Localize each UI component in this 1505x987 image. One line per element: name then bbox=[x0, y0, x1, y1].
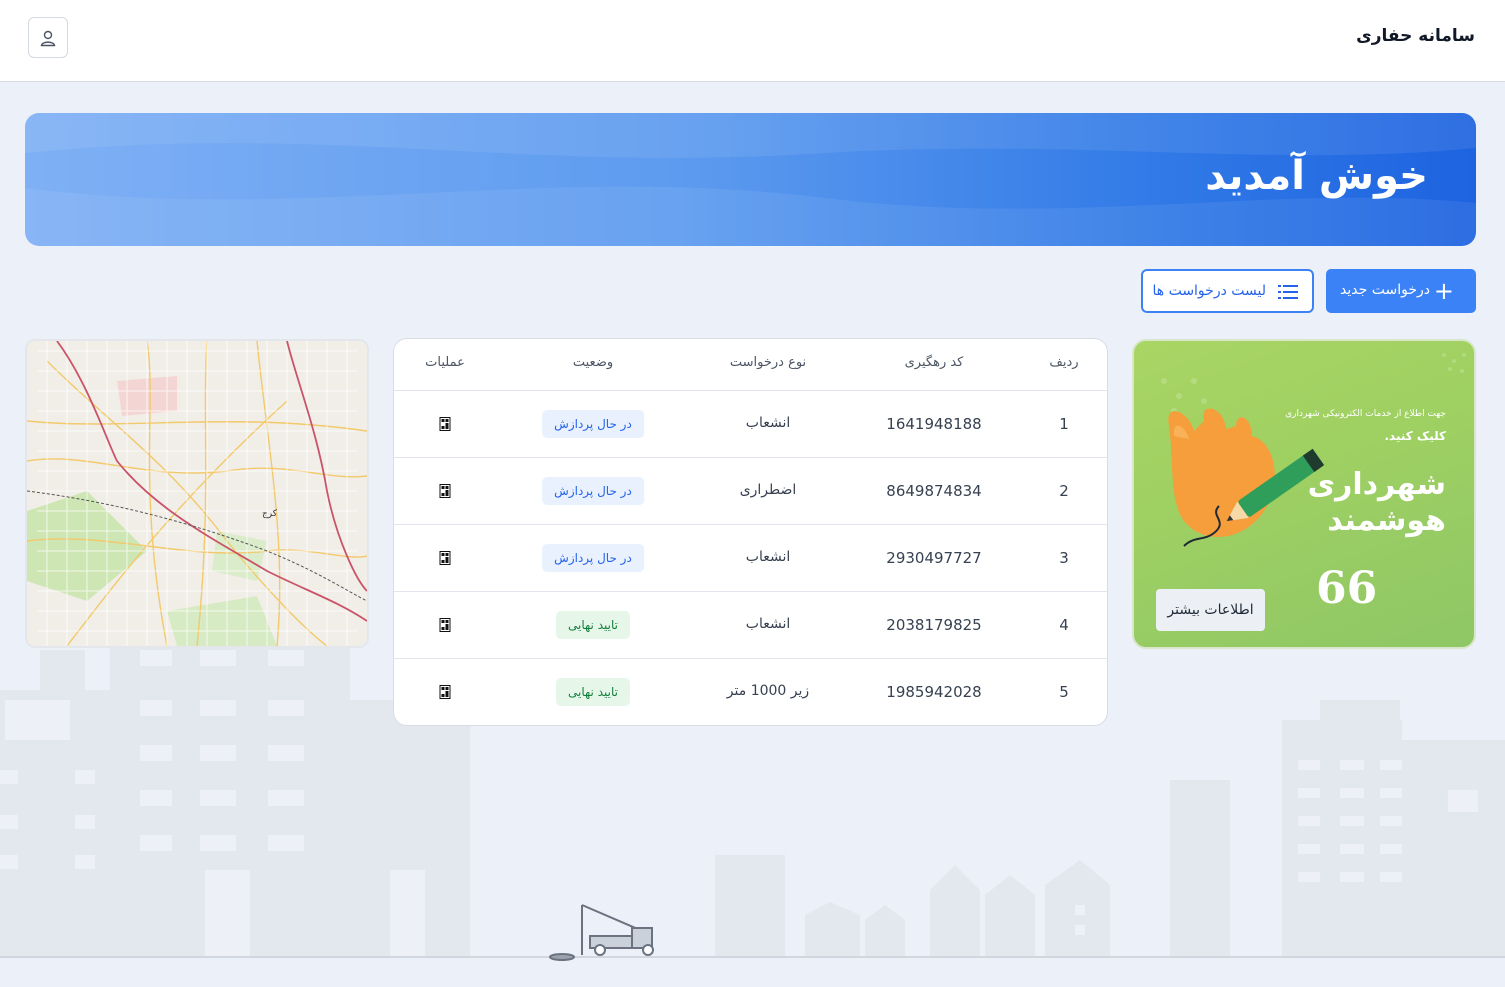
row-code: 1985942028 bbox=[886, 683, 982, 701]
new-request-button[interactable]: + درخواست جدید bbox=[1326, 269, 1476, 313]
city-map[interactable]: کرج bbox=[25, 339, 369, 648]
qr-code-icon[interactable] bbox=[439, 685, 451, 699]
ad-subtitle: جهت اطلاع از خدمات الکترونیکی شهرداری bbox=[1285, 409, 1446, 419]
row-code: 1641948188 bbox=[886, 415, 982, 433]
more-info-button[interactable]: اطلاعات بیشتر bbox=[1156, 589, 1265, 631]
welcome-title: خوش آمدید bbox=[1205, 153, 1428, 199]
user-button[interactable] bbox=[28, 17, 68, 58]
street-map-image: کرج bbox=[27, 341, 367, 646]
smart-municipality-card: جهت اطلاع از خدمات الکترونیکی شهرداری کل… bbox=[1132, 339, 1476, 649]
col-request-type: نوع درخواست bbox=[729, 355, 807, 370]
plus-icon: + bbox=[1433, 277, 1454, 305]
qr-code-icon[interactable] bbox=[439, 618, 451, 632]
list-icon bbox=[1278, 285, 1298, 299]
row-index: 5 bbox=[1059, 683, 1069, 701]
col-status: وضعیت bbox=[572, 355, 614, 370]
user-icon bbox=[40, 30, 56, 46]
status-badge: تایید نهایی bbox=[556, 678, 630, 706]
qr-code-icon[interactable] bbox=[439, 417, 451, 431]
request-list-button[interactable]: لیست درخواست ها bbox=[1141, 269, 1314, 313]
status-badge: در حال پردازش bbox=[542, 477, 644, 505]
crane-truck-icon bbox=[549, 904, 654, 961]
qr-code-icon[interactable] bbox=[439, 551, 451, 565]
col-tracking-code: کد رهگیری bbox=[904, 355, 964, 370]
row-index: 3 bbox=[1059, 549, 1069, 567]
row-index: 1 bbox=[1059, 415, 1069, 433]
map-center-label: کرج bbox=[262, 509, 278, 519]
qr-code-icon[interactable] bbox=[439, 484, 451, 498]
col-index: ردیف bbox=[1049, 355, 1079, 370]
row-type: زیر 1000 متر bbox=[726, 683, 810, 699]
app-title: سامانه حفاری bbox=[1356, 26, 1475, 46]
row-index: 2 bbox=[1059, 482, 1069, 500]
status-badge: در حال پردازش bbox=[542, 410, 644, 438]
row-code: 2038179825 bbox=[886, 616, 982, 634]
row-code: 2930497727 bbox=[886, 549, 982, 567]
row-index: 4 bbox=[1059, 616, 1069, 634]
row-type: انشعاب bbox=[745, 549, 791, 565]
requests-table: ردیف کد رهگیری نوع درخواست وضعیت عملیات … bbox=[393, 338, 1108, 726]
row-type: اضطراری bbox=[739, 482, 797, 498]
table-row[interactable]: 3 2930497727 انشعاب در حال پردازش bbox=[394, 525, 1107, 592]
status-badge: تایید نهایی bbox=[556, 611, 630, 639]
welcome-banner: خوش آمدید bbox=[25, 113, 1476, 246]
table-row[interactable]: 2 8649874834 اضطراری در حال پردازش bbox=[394, 458, 1107, 525]
col-operations: عملیات bbox=[425, 355, 465, 370]
status-badge: در حال پردازش bbox=[542, 544, 644, 572]
new-request-label: درخواست جدید bbox=[1340, 282, 1430, 298]
ad-click-text: کلیک کنید. bbox=[1384, 429, 1446, 443]
quote-icon: 66 bbox=[1316, 563, 1378, 614]
request-list-label: لیست درخواست ها bbox=[1152, 283, 1266, 299]
table-header: ردیف کد رهگیری نوع درخواست وضعیت عملیات bbox=[394, 339, 1107, 391]
row-type: انشعاب bbox=[745, 616, 791, 632]
table-row[interactable]: 1 1641948188 انشعاب در حال پردازش bbox=[394, 391, 1107, 458]
ad-title: شهرداری هوشمند bbox=[1307, 467, 1446, 538]
table-row[interactable]: 5 1985942028 زیر 1000 متر تایید نهایی bbox=[394, 659, 1107, 725]
top-bar: سامانه حفاری bbox=[0, 0, 1505, 82]
row-code: 8649874834 bbox=[886, 482, 982, 500]
table-row[interactable]: 4 2038179825 انشعاب تایید نهایی bbox=[394, 592, 1107, 659]
row-type: انشعاب bbox=[745, 415, 791, 431]
